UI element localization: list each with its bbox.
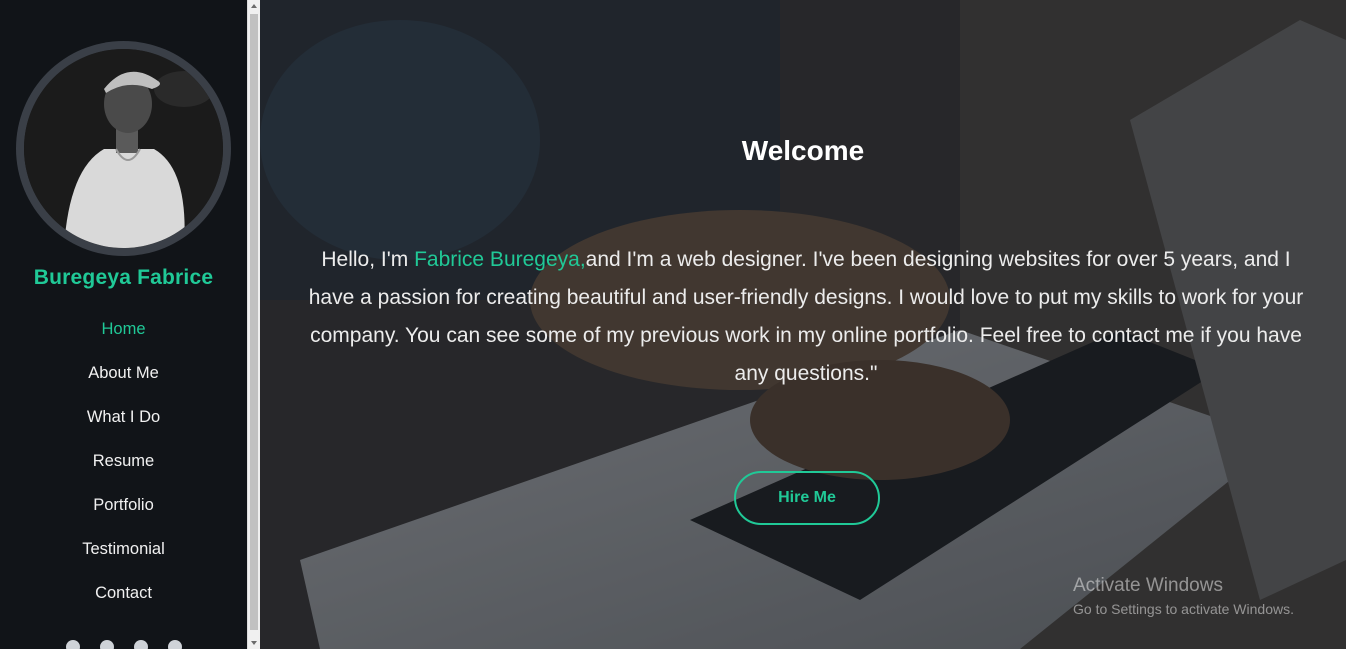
hire-me-button[interactable]: Hire Me xyxy=(734,471,880,525)
nav-item-what-i-do[interactable]: What I Do xyxy=(0,406,247,450)
nav-item-contact[interactable]: Contact xyxy=(0,582,247,626)
scroll-down-arrow-icon[interactable] xyxy=(251,641,257,645)
profile-name: Buregeya Fabrice xyxy=(33,266,214,289)
nav-item-testimonial[interactable]: Testimonial xyxy=(0,538,247,582)
sidebar: Buregeya Fabrice Home About Me What I Do… xyxy=(0,0,247,649)
watermark-title: Activate Windows xyxy=(1073,575,1223,596)
facebook-icon[interactable] xyxy=(65,640,80,649)
hero-content: Welcome Hello, I'm Fabrice Buregeya,and … xyxy=(260,0,1346,649)
github-icon[interactable] xyxy=(167,640,182,649)
avatar xyxy=(24,49,223,248)
intro-name: Fabrice Buregeya, xyxy=(414,248,586,271)
watermark-subtitle: Go to Settings to activate Windows. xyxy=(1073,601,1294,617)
social-links xyxy=(0,640,247,649)
scroll-up-arrow-icon[interactable] xyxy=(251,4,257,8)
hero-intro: Hello, I'm Fabrice Buregeya,and I'm a we… xyxy=(306,241,1306,393)
profile-photo xyxy=(24,49,223,248)
nav-item-resume[interactable]: Resume xyxy=(0,450,247,494)
twitter-icon[interactable] xyxy=(99,640,114,649)
scrollbar-thumb[interactable] xyxy=(250,14,258,630)
hero-section: Welcome Hello, I'm Fabrice Buregeya,and … xyxy=(260,0,1346,649)
hero-title: Welcome xyxy=(741,135,865,166)
nav-item-portfolio[interactable]: Portfolio xyxy=(0,494,247,538)
intro-prefix: Hello, I'm xyxy=(321,248,415,271)
sidebar-nav: Home About Me What I Do Resume Portfolio… xyxy=(0,318,247,626)
nav-item-home[interactable]: Home xyxy=(0,318,247,362)
nav-item-about-me[interactable]: About Me xyxy=(0,362,247,406)
avatar-ring xyxy=(16,41,231,256)
instagram-icon[interactable] xyxy=(133,640,148,649)
activate-windows-watermark: Activate Windows Go to Settings to activ… xyxy=(1073,575,1294,617)
sidebar-scrollbar[interactable] xyxy=(247,0,260,649)
